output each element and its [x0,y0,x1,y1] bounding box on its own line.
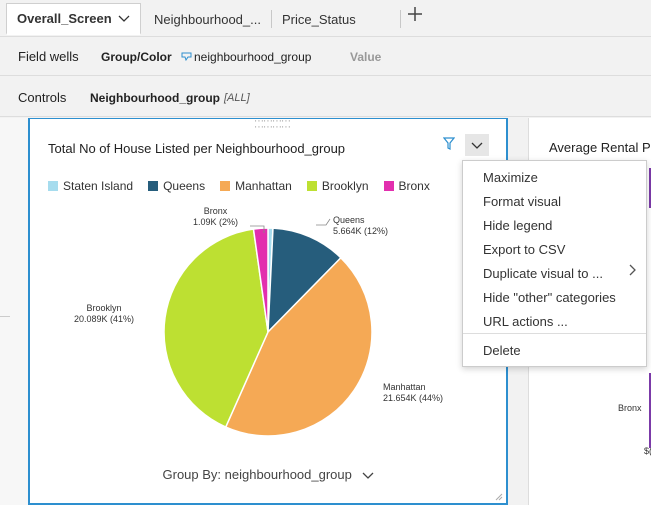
sheet-tab-bar: Overall_Screen Neighbourhood_... Price_S… [0,0,651,37]
menu-item-hide-other[interactable]: Hide "other" categories [483,290,616,305]
leader-line [316,218,331,226]
controls-label: Controls [18,90,67,105]
slice-label-bronx: Bronx 1.09K (2%) [193,206,238,228]
menu-item-delete[interactable]: Delete [483,343,521,358]
category-label: Bronx [618,403,642,413]
resize-handle-icon[interactable] [495,493,503,501]
group-by-label: Group By: neighbourhood_group [162,467,352,482]
slice-label-manhattan: Manhattan 21.654K (44%) [383,382,443,404]
pie-chart-visual[interactable]: ⋯⋯⋯⋯ ⋯⋯⋯⋯ Total No of House Listed per Ne… [28,117,508,505]
menu-item-export-csv[interactable]: Export to CSV [483,242,565,257]
filter-icon[interactable] [443,137,455,150]
slice-label-name: Queens [333,215,365,225]
slice-label-name: Brooklyn [86,303,122,313]
chevron-down-icon[interactable] [118,15,130,23]
menu-item-maximize[interactable]: Maximize [483,170,538,185]
controls-bar: Controls Neighbourhood_group [ALL] [0,77,651,117]
tick-label: $( [644,446,651,456]
tab-label: Neighbourhood_... [154,11,261,27]
pie-chart [163,218,373,437]
menu-item-url-actions[interactable]: URL actions ... [483,314,568,329]
add-sheet-icon[interactable] [407,6,423,22]
drag-handle[interactable]: ⋯⋯⋯⋯ ⋯⋯⋯⋯ [254,117,291,133]
dimension-icon [181,52,192,61]
chevron-right-icon [629,264,636,276]
canvas-divider [0,316,10,317]
visual-context-menu: Maximize Format visual Hide legend Expor… [462,160,647,367]
slice-label-value: 21.654K (44%) [383,393,444,403]
tab-price-status[interactable]: Price_Status [272,3,392,35]
slice-label-brooklyn: Brooklyn 20.089K (41%) [74,303,134,325]
control-value[interactable]: [ALL] [224,92,250,104]
chevron-down-icon [471,142,483,149]
slice-label-queens: Queens 5.664K (12%) [333,215,388,237]
slice-label-value: 1.09K (2%) [193,217,239,227]
visual-title: Average Rental P [549,140,651,155]
slice-label-name: Bronx [203,206,228,216]
canvas-margin [0,118,28,505]
group-color-label: Group/Color [101,50,172,64]
tab-divider [400,10,401,28]
menu-divider [463,333,646,334]
value-well-label[interactable]: Value [350,50,381,64]
slice-label-value: 5.664K (12%) [333,226,389,236]
field-wells-label: Field wells [18,49,79,64]
control-name[interactable]: Neighbourhood_group [90,91,220,105]
visual-title: Total No of House Listed per Neighbourho… [48,141,346,156]
group-color-field[interactable]: neighbourhood_group [194,50,311,64]
chevron-down-icon [362,472,373,479]
field-wells-bar[interactable]: Field wells Group/Color neighbourhood_gr… [0,38,651,76]
tab-label: Price_Status [282,11,356,27]
menu-item-duplicate-visual[interactable]: Duplicate visual to ... [483,266,603,281]
tab-neighbourhood[interactable]: Neighbourhood_... [144,3,270,35]
tab-overall-screen[interactable]: Overall_Screen [6,3,141,35]
menu-item-format-visual[interactable]: Format visual [483,194,561,209]
slice-label-value: 20.089K (41%) [74,314,135,324]
visual-menu-button[interactable] [465,134,489,156]
tab-label: Overall_Screen [17,11,112,26]
slice-label-name: Manhattan [383,382,426,392]
menu-item-hide-legend[interactable]: Hide legend [483,218,552,233]
group-by-selector[interactable]: Group By: neighbourhood_group [30,467,506,482]
